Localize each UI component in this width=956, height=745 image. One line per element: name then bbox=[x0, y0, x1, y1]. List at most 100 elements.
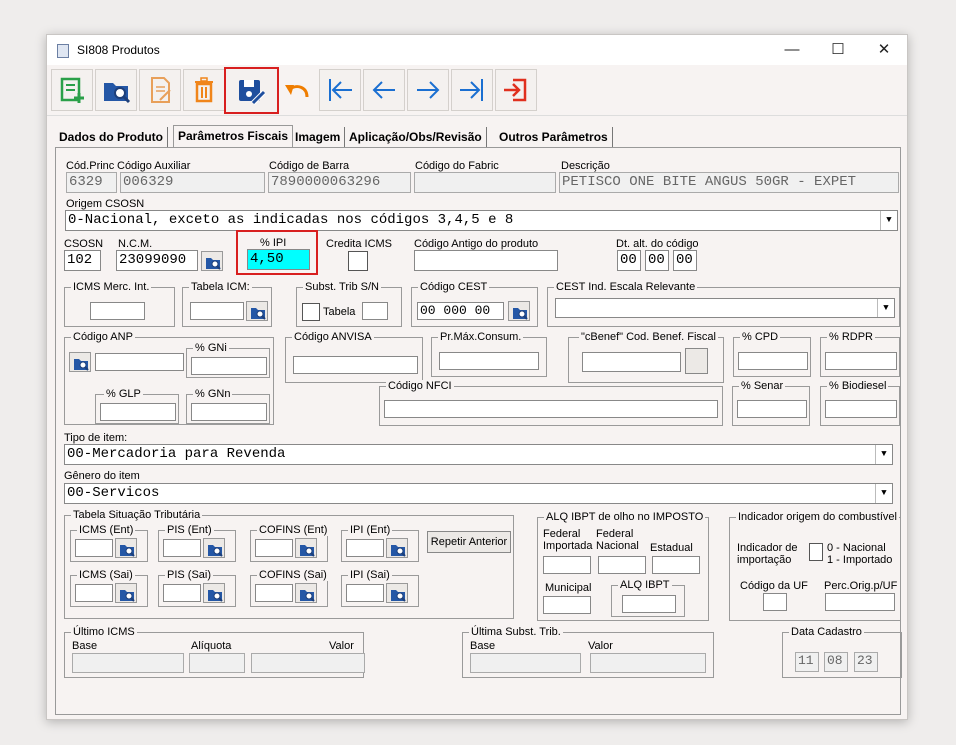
chevron-down-icon[interactable]: ▼ bbox=[880, 211, 897, 230]
cod-aux-label: Código Auxiliar bbox=[117, 160, 191, 172]
ipi-sai-search-button[interactable] bbox=[386, 583, 408, 603]
cest-field[interactable]: 00 000 00 bbox=[417, 302, 504, 320]
dt-alt-month[interactable]: 00 bbox=[645, 250, 669, 271]
anp-field[interactable] bbox=[95, 353, 184, 371]
toolbar bbox=[47, 65, 907, 116]
tab-aplicacao[interactable]: Aplicação/Obs/Revisão bbox=[345, 127, 487, 147]
ncm-search-button[interactable] bbox=[201, 251, 223, 271]
chevron-down-icon[interactable]: ▼ bbox=[877, 299, 894, 317]
ultimo-icms-valor-field[interactable] bbox=[251, 653, 365, 673]
close-button[interactable]: ✕ bbox=[861, 35, 907, 65]
data-cadastro-year[interactable]: 23 bbox=[854, 652, 878, 672]
folder-search-icon bbox=[104, 83, 131, 104]
ipi-sai-field[interactable] bbox=[346, 584, 384, 602]
biodiesel-field[interactable] bbox=[825, 400, 897, 418]
tabela-label: Tabela bbox=[323, 306, 356, 318]
anp-search-button[interactable] bbox=[69, 352, 91, 372]
maximize-button[interactable]: ☐ bbox=[815, 35, 861, 65]
cest-ind-select[interactable]: ▼ bbox=[555, 298, 895, 318]
gni-field[interactable] bbox=[191, 357, 267, 375]
tab-parametros-fiscais[interactable]: Parâmetros Fiscais bbox=[173, 125, 294, 148]
ultima-st-valor-field[interactable] bbox=[590, 653, 706, 673]
ind-importacao-checkbox[interactable] bbox=[809, 543, 823, 561]
csosn-field[interactable]: 102 bbox=[64, 250, 101, 271]
ipi-ent-search-button[interactable] bbox=[386, 538, 408, 558]
gnn-field[interactable] bbox=[191, 403, 267, 421]
tab-dados-produto[interactable]: Dados do Produto bbox=[55, 127, 168, 147]
origem-select[interactable]: 0-Nacional, exceto as indicadas nos códi… bbox=[65, 210, 898, 231]
cofins-sai-field[interactable] bbox=[255, 584, 293, 602]
icms-ent-field[interactable] bbox=[75, 539, 113, 557]
tabela-icm-field[interactable] bbox=[190, 302, 244, 320]
federal-nacional-label: Federal Nacional bbox=[596, 528, 639, 552]
pis-ent-search-button[interactable] bbox=[203, 538, 225, 558]
last-record-button[interactable] bbox=[451, 69, 493, 111]
ultimo-icms-base-field[interactable] bbox=[72, 653, 184, 673]
tab-imagem[interactable]: Imagem bbox=[291, 127, 346, 147]
cofins-ent-field[interactable] bbox=[255, 539, 293, 557]
data-cadastro-day[interactable]: 11 bbox=[795, 652, 819, 672]
cofins-ent-search-button[interactable] bbox=[295, 538, 317, 558]
ultima-st-base-field[interactable] bbox=[470, 653, 581, 673]
cofins-sai-search-button[interactable] bbox=[295, 583, 317, 603]
cod-aux-field[interactable]: 006329 bbox=[120, 172, 265, 193]
icms-sai-search-button[interactable] bbox=[115, 583, 137, 603]
perc-orig-field[interactable] bbox=[825, 593, 895, 611]
dt-alt-day[interactable]: 00 bbox=[617, 250, 641, 271]
previous-record-button[interactable] bbox=[363, 69, 405, 111]
subst-trib-checkbox[interactable] bbox=[302, 303, 320, 321]
cod-uf-field[interactable] bbox=[763, 593, 787, 611]
subst-tabela-field[interactable] bbox=[362, 302, 388, 320]
ultimo-icms-aliquota-field[interactable] bbox=[189, 653, 245, 673]
minimize-button[interactable]: — bbox=[769, 35, 815, 65]
repetir-anterior-button[interactable]: Repetir Anterior bbox=[427, 531, 511, 553]
pis-ent-field[interactable] bbox=[163, 539, 201, 557]
cod-barra-field[interactable]: 7890000063296 bbox=[268, 172, 411, 193]
cod-princ-field[interactable]: 6329 bbox=[66, 172, 117, 193]
cbenef-lookup-button[interactable] bbox=[685, 348, 708, 374]
credita-icms-checkbox[interactable] bbox=[348, 251, 368, 271]
data-cadastro-month[interactable]: 08 bbox=[824, 652, 848, 672]
pis-sai-field[interactable] bbox=[163, 584, 201, 602]
cest-search-button[interactable] bbox=[508, 301, 530, 321]
exit-button[interactable] bbox=[495, 69, 537, 111]
next-record-button[interactable] bbox=[407, 69, 449, 111]
search-record-button[interactable] bbox=[95, 69, 137, 111]
chevron-down-icon[interactable]: ▼ bbox=[875, 484, 892, 503]
dt-alt-year[interactable]: 00 bbox=[673, 250, 697, 271]
cod-fabric-field[interactable] bbox=[414, 172, 556, 193]
icms-sai-field[interactable] bbox=[75, 584, 113, 602]
first-record-button[interactable] bbox=[319, 69, 361, 111]
cbenef-field[interactable] bbox=[582, 352, 681, 372]
pis-sai-search-button[interactable] bbox=[203, 583, 225, 603]
tab-outros-parametros[interactable]: Outros Parâmetros bbox=[495, 127, 613, 147]
rdpr-field[interactable] bbox=[825, 352, 897, 370]
cod-antigo-field[interactable] bbox=[414, 250, 558, 271]
icms-ent-search-button[interactable] bbox=[115, 538, 137, 558]
tabela-icm-search-button[interactable] bbox=[246, 301, 268, 321]
senar-field[interactable] bbox=[737, 400, 807, 418]
estadual-field[interactable] bbox=[652, 556, 700, 574]
ipi-field[interactable]: 4,50 bbox=[247, 249, 310, 270]
undo-button[interactable] bbox=[275, 69, 317, 111]
federal-importada-field[interactable] bbox=[543, 556, 591, 574]
icms-merc-field[interactable] bbox=[90, 302, 145, 320]
prmax-field[interactable] bbox=[439, 352, 539, 370]
nfci-field[interactable] bbox=[384, 400, 718, 418]
municipal-field[interactable] bbox=[543, 596, 591, 614]
save-record-button[interactable] bbox=[224, 67, 279, 114]
descricao-field[interactable]: PETISCO ONE BITE ANGUS 50GR - EXPET bbox=[559, 172, 899, 193]
glp-field[interactable] bbox=[100, 403, 176, 421]
federal-nacional-field[interactable] bbox=[598, 556, 646, 574]
cpd-field[interactable] bbox=[738, 352, 808, 370]
chevron-down-icon[interactable]: ▼ bbox=[875, 445, 892, 464]
edit-record-button[interactable] bbox=[139, 69, 181, 111]
alq-ibpt-field[interactable] bbox=[622, 595, 676, 613]
new-record-button[interactable] bbox=[51, 69, 93, 111]
ipi-ent-field[interactable] bbox=[346, 539, 384, 557]
tipo-item-select[interactable]: 00-Mercadoria para Revenda ▼ bbox=[64, 444, 893, 465]
delete-record-button[interactable] bbox=[183, 69, 225, 111]
genero-item-select[interactable]: 00-Servicos ▼ bbox=[64, 483, 893, 504]
anvisa-field[interactable] bbox=[293, 356, 418, 374]
ncm-field[interactable]: 23099090 bbox=[116, 250, 198, 271]
